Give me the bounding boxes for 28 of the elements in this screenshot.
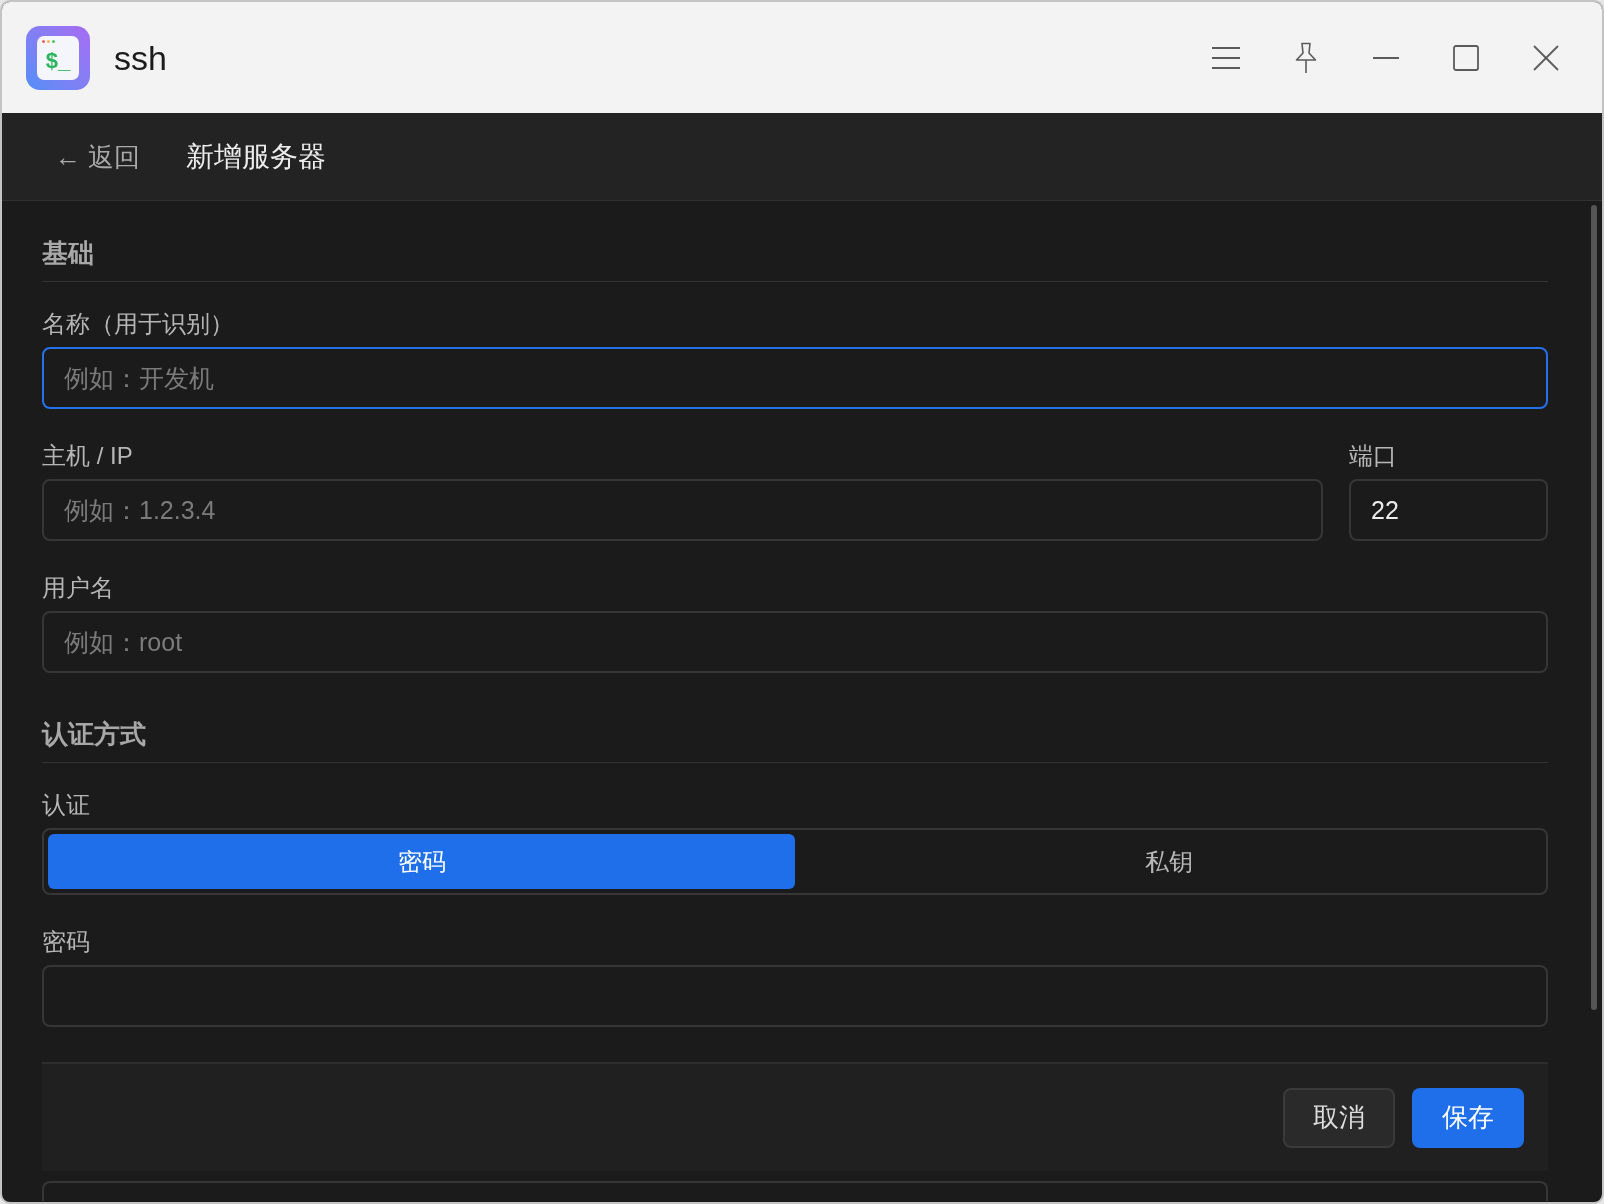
window-title: ssh [114,37,167,78]
password-field[interactable] [42,965,1548,1027]
page-title: 新增服务器 [186,139,327,174]
field-label: 密码 [42,928,90,956]
segment-tab[interactable]: 密码 [48,834,795,889]
input-field[interactable]: 例如：开发机 [42,347,1548,409]
section-title: 基础 [42,238,94,268]
input-field[interactable]: 例如：1.2.3.4 [42,479,1323,541]
input-field[interactable]: 例如：root [42,611,1548,673]
field-label: 端口 [1349,442,1397,470]
close-icon[interactable] [1533,44,1559,71]
section-title: 认证方式 [42,719,146,749]
app-icon: $_ [26,25,90,90]
pin-icon[interactable] [1295,41,1317,74]
field-label: 主机 / IP [42,442,133,470]
input-field[interactable]: 22 [1349,479,1548,541]
minimize-icon[interactable] [1373,56,1399,59]
input-field[interactable] [42,1181,1548,1201]
field-label: 用户名 [42,574,114,602]
back-link[interactable]: ← 返回 [55,140,141,173]
menu-icon[interactable] [1212,46,1240,69]
segment-tab[interactable]: 私钥 [795,834,1542,889]
field-label: 认证 [42,791,90,819]
cancel-button[interactable]: 取消 [1283,1087,1395,1148]
field-label: 名称（用于识别） [42,310,234,338]
save-button[interactable]: 保存 [1412,1087,1524,1148]
scrollbar-thumb[interactable] [1591,205,1597,1010]
maximize-icon[interactable] [1453,44,1479,71]
